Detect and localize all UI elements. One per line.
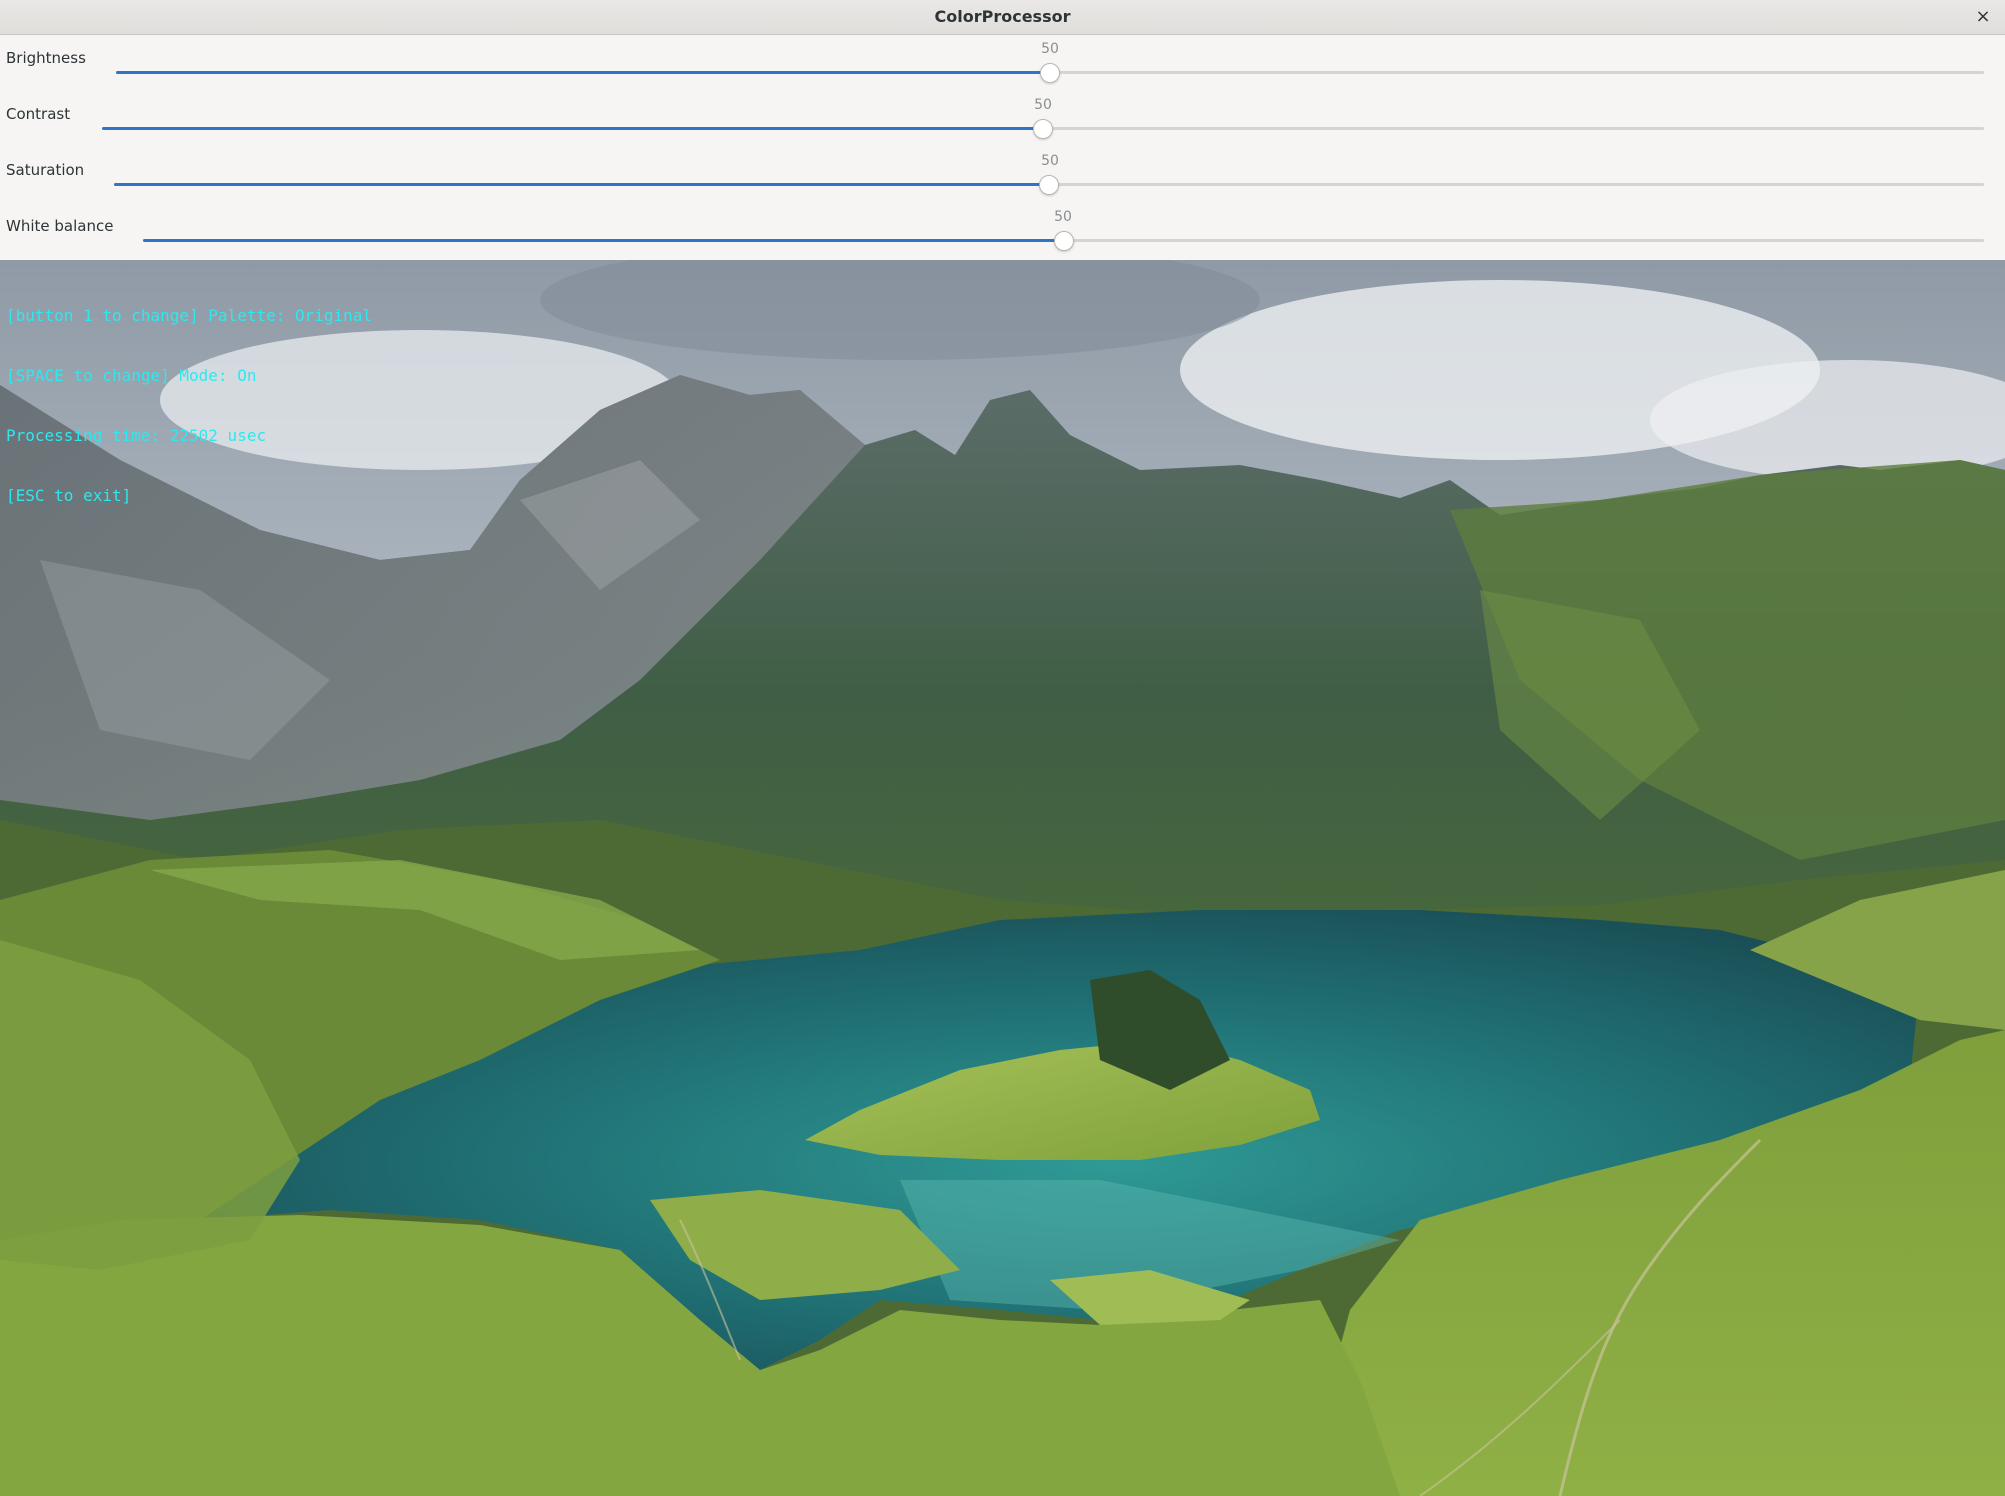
brightness-slider-fill bbox=[116, 71, 1050, 74]
saturation-slider[interactable] bbox=[114, 175, 1984, 195]
brightness-row: Brightness 50 bbox=[0, 35, 2005, 91]
palette-status-line: [button 1 to change] Palette: Original bbox=[6, 306, 373, 325]
contrast-value: 50 bbox=[1034, 97, 1052, 113]
saturation-value: 50 bbox=[1041, 153, 1059, 169]
status-overlay: [button 1 to change] Palette: Original [… bbox=[6, 266, 372, 546]
contrast-row: Contrast 50 bbox=[0, 91, 2005, 147]
image-viewer[interactable]: [button 1 to change] Palette: Original [… bbox=[0, 260, 2005, 1496]
exit-hint-line: [ESC to exit] bbox=[6, 486, 132, 505]
contrast-slider[interactable] bbox=[102, 119, 1984, 139]
white-balance-slider-fill bbox=[143, 239, 1064, 242]
white-balance-slider-handle[interactable] bbox=[1053, 231, 1074, 251]
white-balance-label: White balance bbox=[6, 217, 114, 235]
window-title: ColorProcessor bbox=[934, 7, 1071, 26]
contrast-label: Contrast bbox=[6, 105, 71, 123]
saturation-label: Saturation bbox=[6, 161, 85, 179]
brightness-value: 50 bbox=[1041, 41, 1059, 57]
saturation-slider-handle[interactable] bbox=[1039, 175, 1059, 195]
white-balance-slider[interactable] bbox=[143, 231, 1984, 251]
close-icon[interactable]: × bbox=[1969, 3, 1997, 31]
saturation-slider-fill bbox=[114, 183, 1049, 186]
window-titlebar: ColorProcessor × bbox=[0, 0, 2005, 35]
white-balance-row: White balance 50 bbox=[0, 203, 2005, 259]
white-balance-value: 50 bbox=[1054, 209, 1072, 225]
processing-time-line: Processing time: 22502 usec bbox=[6, 426, 267, 445]
brightness-slider-handle[interactable] bbox=[1040, 63, 1060, 83]
brightness-slider[interactable] bbox=[116, 63, 1984, 83]
slider-panel: Brightness 50 Contrast 50 Saturation 50 … bbox=[0, 35, 2005, 260]
contrast-slider-handle[interactable] bbox=[1033, 119, 1053, 139]
saturation-row: Saturation 50 bbox=[0, 147, 2005, 203]
mode-status-line: [SPACE to change] Mode: On bbox=[6, 366, 257, 385]
brightness-label: Brightness bbox=[6, 49, 86, 67]
contrast-slider-fill bbox=[102, 127, 1043, 130]
